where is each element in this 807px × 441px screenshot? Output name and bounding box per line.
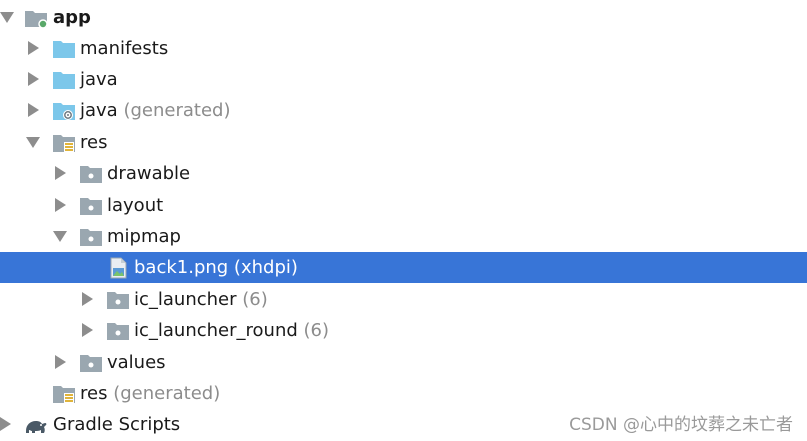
tree-item-back1-png[interactable]: back1.png (xhdpi) <box>0 252 807 283</box>
tree-item-label: manifests <box>80 38 169 59</box>
folder-icon <box>107 292 129 309</box>
tree-item-label: layout <box>107 195 164 216</box>
tree-item-java-generated[interactable]: java (generated) <box>0 95 807 126</box>
tree-item-label: drawable <box>107 163 191 184</box>
tree-item-suffix: (generated) <box>113 383 221 404</box>
tree-item-drawable[interactable]: drawable <box>0 158 807 189</box>
folder-icon <box>53 41 75 58</box>
tree-item-count: (6) <box>242 289 268 310</box>
module-folder-icon <box>25 11 48 29</box>
folder-icon <box>80 229 102 246</box>
tree-item-manifests[interactable]: manifests <box>0 33 807 64</box>
tree-item-ic-launcher[interactable]: ic_launcher (6) <box>0 284 807 315</box>
generated-folder-icon <box>53 103 75 120</box>
tree-item-label: values <box>107 352 166 373</box>
tree-item-ic-launcher-round[interactable]: ic_launcher_round (6) <box>0 315 807 346</box>
tree-item-res[interactable]: res <box>0 127 807 158</box>
tree-item-suffix: (generated) <box>123 100 231 121</box>
tree-item-mipmap[interactable]: mipmap <box>0 221 807 252</box>
collapse-arrow-icon[interactable] <box>55 166 66 180</box>
collapse-arrow-icon[interactable] <box>82 292 93 306</box>
tree-item-values[interactable]: values <box>0 347 807 378</box>
tree-item-label: ic_launcher_round <box>134 320 298 341</box>
resource-folder-icon <box>53 135 75 153</box>
expand-arrow-icon[interactable] <box>53 231 67 242</box>
tree-item-app[interactable]: app <box>0 2 807 33</box>
tree-item-label: res <box>80 383 108 404</box>
tree-item-java[interactable]: java <box>0 64 807 95</box>
collapse-arrow-icon[interactable] <box>55 355 66 369</box>
folder-icon <box>107 323 129 340</box>
tree-item-res-generated[interactable]: res (generated) <box>0 378 807 409</box>
folder-icon <box>80 166 102 183</box>
folder-icon <box>80 198 102 215</box>
tree-item-label: Gradle Scripts <box>53 414 181 435</box>
tree-item-label: ic_launcher <box>134 289 237 310</box>
collapse-arrow-icon[interactable] <box>28 41 39 55</box>
folder-icon <box>80 355 102 372</box>
tree-item-count: (6) <box>303 320 330 341</box>
tree-item-label: java <box>80 69 118 90</box>
watermark: CSDN @心中的坟葬之未亡者 <box>569 415 793 435</box>
collapse-arrow-icon[interactable] <box>0 417 11 431</box>
tree-item-layout[interactable]: layout <box>0 190 807 221</box>
tree-item-label: mipmap <box>107 226 181 247</box>
expand-arrow-icon[interactable] <box>26 137 40 148</box>
folder-icon <box>53 72 75 89</box>
collapse-arrow-icon[interactable] <box>28 103 39 117</box>
resource-folder-icon <box>53 386 75 404</box>
tree-item-label: res <box>80 132 108 153</box>
image-file-icon <box>110 257 127 279</box>
collapse-arrow-icon[interactable] <box>82 323 93 337</box>
tree-item-label: java <box>80 100 118 121</box>
collapse-arrow-icon[interactable] <box>55 198 66 212</box>
tree-item-label: back1.png (xhdpi) <box>134 257 298 278</box>
gradle-elephant-icon <box>26 421 47 433</box>
expand-arrow-icon[interactable] <box>0 12 14 23</box>
tree-item-label: app <box>53 7 91 28</box>
collapse-arrow-icon[interactable] <box>28 72 39 86</box>
